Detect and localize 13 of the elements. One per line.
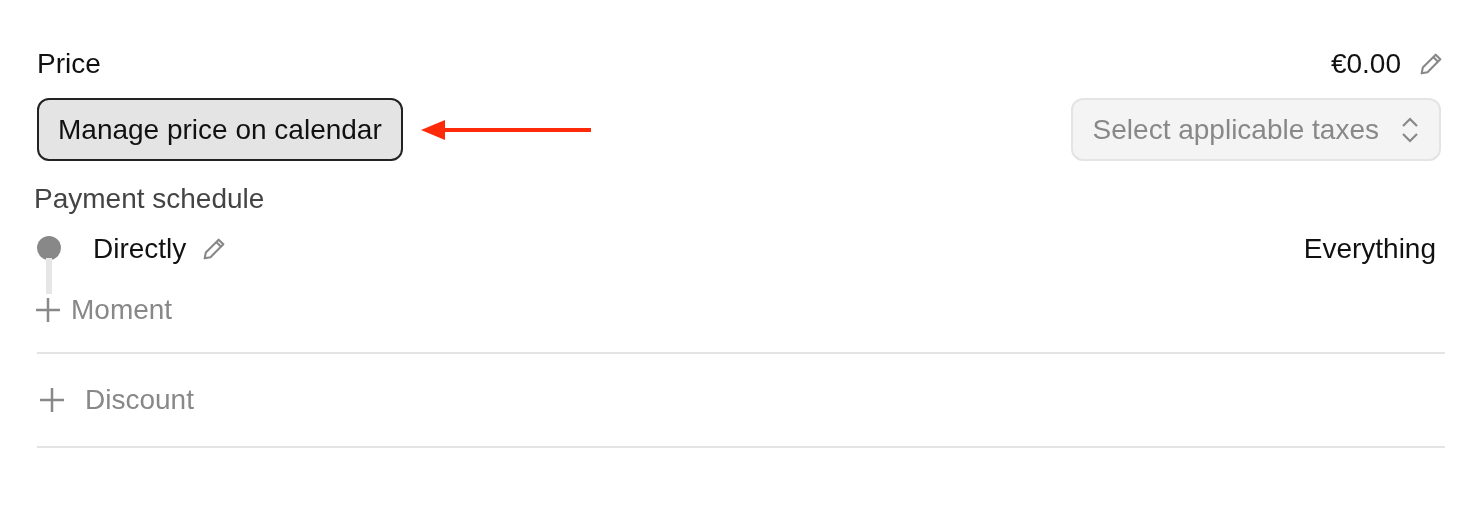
add-discount-button[interactable]: Discount <box>39 384 194 416</box>
payment-schedule-title: Payment schedule <box>34 183 266 215</box>
plus-icon <box>35 297 61 323</box>
moment-amount: Everything <box>1303 233 1436 265</box>
taxes-select[interactable]: Select applicable taxes <box>1070 98 1441 161</box>
timeline-dot <box>37 236 61 260</box>
manage-price-button[interactable]: Manage price on calendar <box>37 98 403 161</box>
price-value: €0.00 <box>1330 48 1401 80</box>
chevron-updown-icon <box>1401 116 1419 143</box>
add-moment-button[interactable]: Moment <box>35 294 173 326</box>
plus-icon <box>39 387 65 413</box>
price-label: Price <box>37 48 101 80</box>
moment-name: Directly <box>93 233 187 265</box>
